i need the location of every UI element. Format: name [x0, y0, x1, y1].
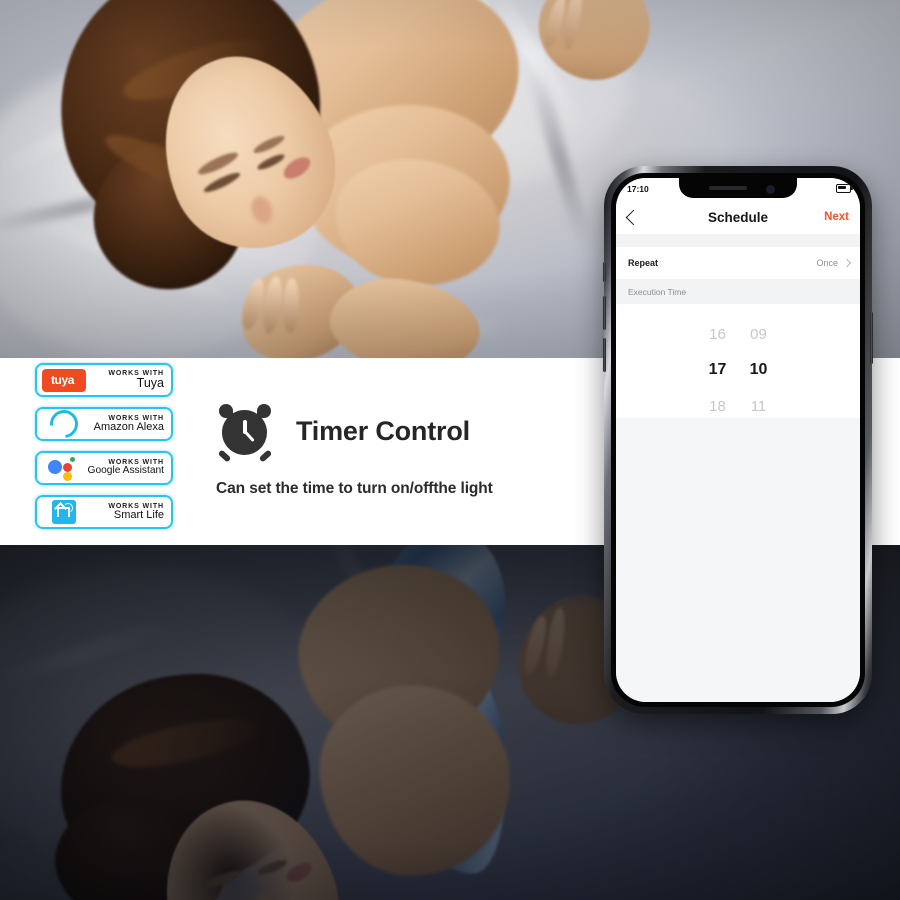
execution-time-header: Execution Time	[616, 279, 860, 304]
screen-empty-area	[616, 418, 860, 702]
badge-alexa-text: WORKS WITH Amazon Alexa	[87, 415, 167, 434]
tuya-logo-text: tuya	[50, 373, 75, 387]
brand-label: Amazon Alexa	[93, 420, 164, 433]
status-bar-time: 17:10	[627, 184, 649, 194]
time-picker-row-previous[interactable]: 16 09	[616, 326, 860, 343]
alexa-ring-shape	[44, 404, 84, 444]
front-camera-icon	[766, 184, 775, 194]
brand-label: Smart Life	[113, 508, 164, 521]
minute-previous: 09	[750, 326, 767, 343]
hour-previous: 16	[709, 326, 726, 343]
volume-up-button[interactable]	[603, 296, 606, 330]
repeat-value: Once	[816, 258, 838, 268]
time-picker-row-next[interactable]: 18 11	[616, 398, 860, 415]
alexa-ring-icon	[41, 404, 87, 444]
phone-bezel: 17:10 Schedule Next Repeat Once Executio…	[611, 173, 865, 707]
badge-amazon-alexa[interactable]: WORKS WITH Amazon Alexa	[35, 404, 173, 444]
brand-label: Google Assistant	[87, 465, 164, 477]
google-dot-green	[70, 457, 75, 462]
hour-selected: 17	[708, 361, 727, 378]
compatibility-badge-list: tuya WORKS WITH Tuya WORKS WITH Amazon A…	[35, 363, 173, 539]
badge-tuya[interactable]: tuya WORKS WITH Tuya	[35, 363, 173, 397]
repeat-value-group: Once	[816, 258, 852, 268]
hour-next: 18	[709, 398, 726, 415]
repeat-row[interactable]: Repeat Once	[616, 247, 860, 280]
phone-mockup: 17:10 Schedule Next Repeat Once Executio…	[603, 166, 873, 714]
minute-next: 11	[750, 398, 767, 415]
feature-text-block: Timer Control Can set the time to turn o…	[216, 402, 493, 498]
tuya-logo-tile: tuya	[42, 368, 86, 392]
badge-tuya-text: WORKS WITH Tuya	[87, 370, 167, 390]
google-dot-red	[63, 463, 72, 472]
minute-selected: 10	[749, 361, 768, 378]
alarm-leg-left	[217, 449, 232, 463]
earpiece-speaker	[709, 186, 747, 190]
badge-google-assistant[interactable]: WORKS WITH Google Assistant	[35, 451, 173, 485]
navigation-bar: Schedule Next	[616, 200, 860, 234]
badge-smart-life[interactable]: WORKS WITH Smart Life	[35, 495, 173, 529]
feature-subtitle: Can set the time to turn on/offthe light	[216, 480, 493, 497]
volume-down-button[interactable]	[603, 338, 606, 372]
smart-life-house-icon	[41, 499, 87, 525]
feature-title: Timer Control	[296, 415, 470, 446]
brand-label: Tuya	[136, 376, 164, 391]
feature-heading-row: Timer Control	[216, 402, 493, 463]
google-dots-group	[48, 455, 80, 481]
smart-life-tile	[52, 500, 76, 524]
wifi-arc-shape	[62, 502, 74, 514]
silent-switch[interactable]	[603, 262, 606, 282]
battery-fill	[838, 186, 846, 189]
google-assistant-dots-icon	[41, 455, 87, 481]
google-dot-blue	[48, 460, 62, 474]
repeat-label: Repeat	[628, 258, 659, 268]
badge-smart-life-text: WORKS WITH Smart Life	[87, 503, 167, 522]
badge-google-text: WORKS WITH Google Assistant	[87, 459, 167, 477]
time-picker-row-selected[interactable]: 17 10	[616, 361, 860, 379]
status-bar-indicators	[836, 184, 853, 193]
alarm-leg-right	[258, 449, 273, 463]
power-button[interactable]	[870, 312, 873, 364]
alarm-clock-icon	[216, 402, 274, 463]
execution-time-label: Execution Time	[628, 286, 687, 297]
google-dot-yellow	[63, 472, 72, 481]
phone-screen: 17:10 Schedule Next Repeat Once Executio…	[616, 178, 860, 702]
tuya-logo: tuya	[41, 367, 87, 393]
phone-notch	[679, 178, 797, 198]
time-picker[interactable]: 16 09 17 10 18 11	[616, 304, 860, 418]
product-feature-banner: tuya WORKS WITH Tuya WORKS WITH Amazon A…	[0, 0, 900, 900]
next-button[interactable]: Next	[824, 211, 849, 223]
chevron-right-icon	[842, 258, 852, 268]
battery-icon	[836, 184, 853, 193]
section-gap	[616, 234, 860, 247]
